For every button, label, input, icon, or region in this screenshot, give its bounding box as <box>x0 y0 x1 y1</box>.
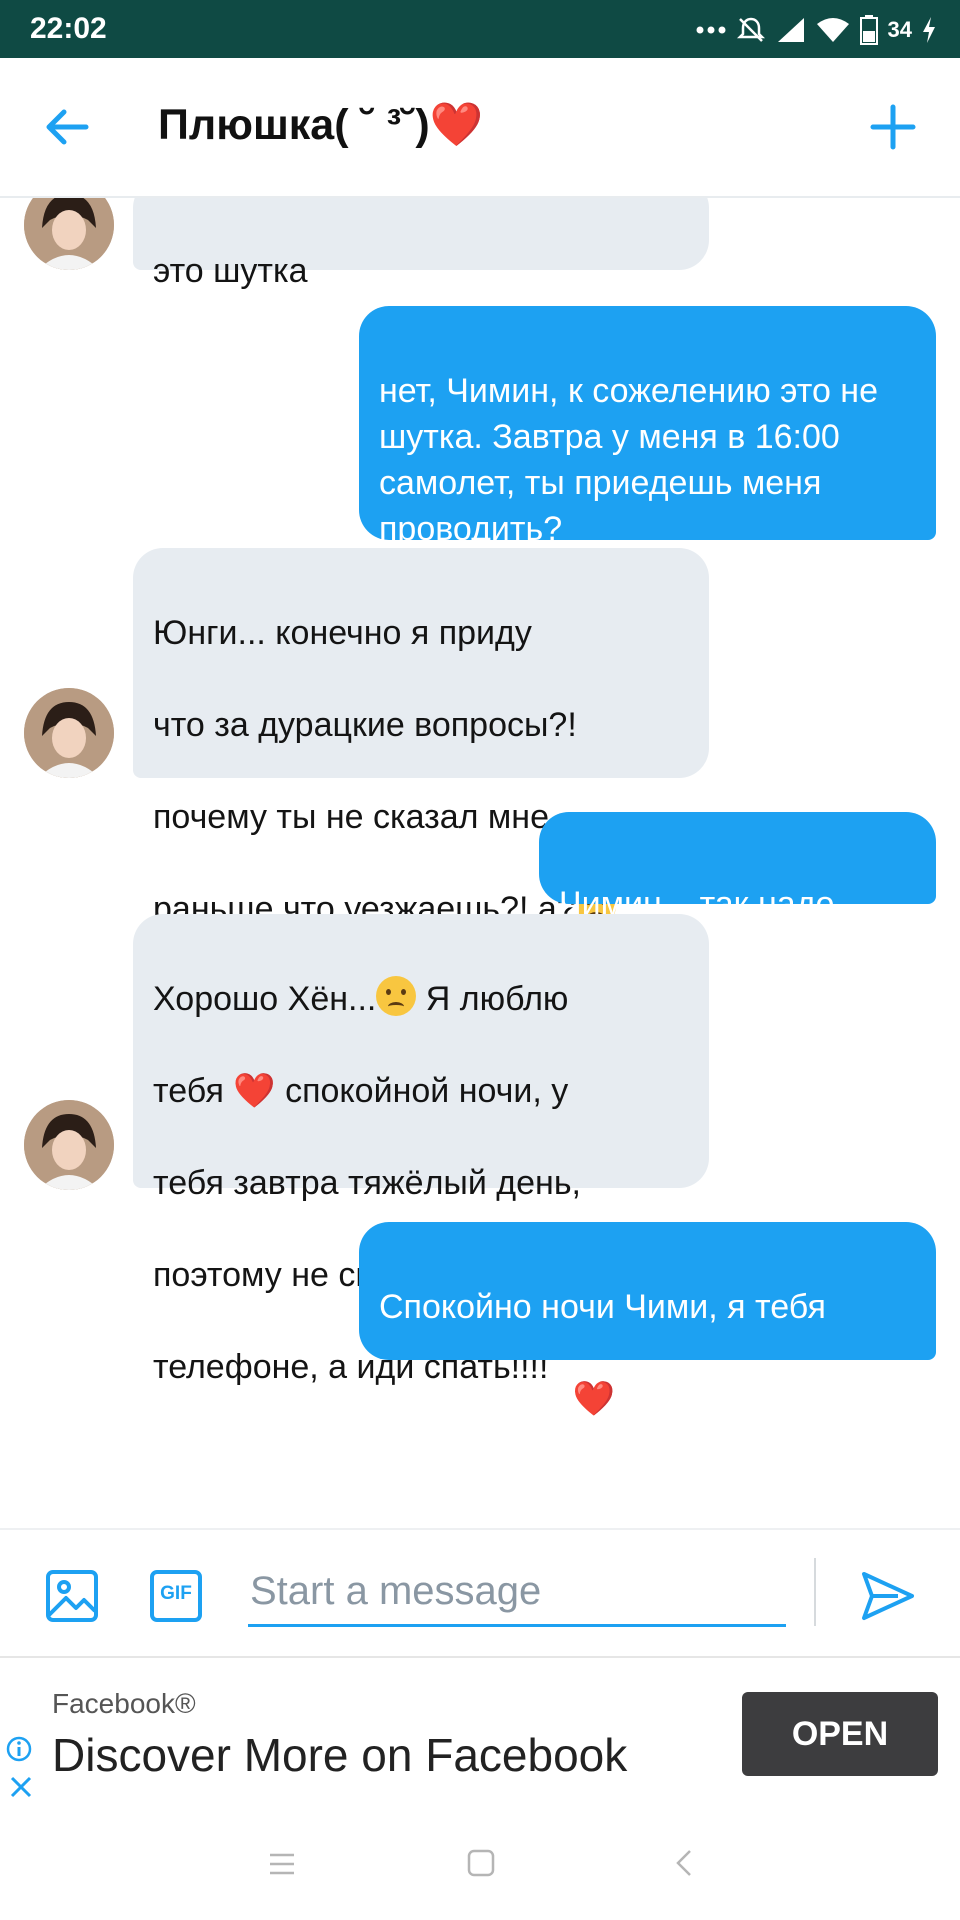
message-text: тоже люблю <box>379 1380 573 1418</box>
received-message-bubble: это шутка <box>133 198 709 290</box>
message-text: это шутка <box>153 252 308 290</box>
bell-muted-icon <box>736 17 765 42</box>
send-icon[interactable] <box>858 1566 918 1626</box>
avatar-photo <box>24 198 114 270</box>
ad-source: Facebook® <box>52 1688 196 1719</box>
sent-message-bubble: Чимин... так надо... <box>539 812 936 923</box>
battery-icon <box>859 15 878 45</box>
gif-label: GIF <box>160 1583 192 1604</box>
image-icon[interactable] <box>44 1568 100 1624</box>
status-icons: 34 <box>696 10 936 50</box>
received-message-bubble: Юнги... конечно я приду что за дурацкие … <box>133 548 709 928</box>
heart-emoji: ❤️ <box>572 1380 615 1418</box>
close-icon[interactable] <box>8 1774 34 1800</box>
received-message-bubble: Хорошо Хён... Я люблю тебя ❤️ спокойной … <box>133 914 709 1386</box>
message-line: Юнги... конечно я приду <box>153 614 532 652</box>
status-time: 22:02 <box>30 12 107 45</box>
sent-message-bubble: нет, Чимин, к сожелению это не шутка. За… <box>359 306 936 548</box>
navigation-bar <box>0 1808 960 1920</box>
heart-emoji: ❤️ <box>233 1072 276 1110</box>
sent-message-bubble: Спокойно ночи Чими, я тебя тоже люблю❤️ <box>359 1222 936 1418</box>
avatar[interactable] <box>24 688 114 778</box>
avatar[interactable] <box>24 198 114 270</box>
message-line: Спокойно ночи Чими, я тебя <box>379 1288 826 1326</box>
more-dots-icon <box>696 26 726 34</box>
heart-emoji: ❤️ <box>429 101 484 149</box>
back-nav-icon[interactable] <box>672 1848 696 1878</box>
back-arrow-icon[interactable] <box>42 102 92 152</box>
message-list: это шутка нет, Чимин, к сожелению это не… <box>0 198 960 1528</box>
open-button[interactable]: OPEN <box>742 1692 938 1776</box>
message-line: тебя завтра тяжёлый день, <box>153 1164 581 1202</box>
avatar-photo <box>24 688 114 778</box>
message-text: Я люблю <box>416 980 569 1018</box>
message-text: тебя <box>153 1072 234 1110</box>
home-icon[interactable] <box>466 1848 496 1878</box>
add-icon[interactable] <box>868 102 918 152</box>
menu-icon[interactable] <box>268 1852 296 1876</box>
gif-button[interactable]: GIF <box>148 1568 204 1624</box>
avatar-photo <box>24 1100 114 1190</box>
message-line: Хорошо Хён... Я люблю <box>153 976 689 1022</box>
message-line: что за дурацкие вопросы?! <box>153 706 577 744</box>
message-text: нет, Чимин, к сожелению это не шутка. За… <box>379 372 878 548</box>
status-bar: 22:02 34 <box>0 0 960 58</box>
conversation-title: Плюшка( ˘ ³˘)❤️ <box>158 100 483 150</box>
battery-level: 34 <box>887 17 912 42</box>
info-icon[interactable] <box>6 1736 32 1762</box>
message-line: тебя ❤️ спокойной ночи, у <box>153 1068 689 1114</box>
contact-name: Плюшка( ˘ ³˘) <box>158 101 430 149</box>
message-input[interactable] <box>248 1558 786 1627</box>
ad-banner[interactable]: Facebook® Discover More on Facebook OPEN <box>0 1656 960 1810</box>
charging-icon <box>923 17 935 43</box>
pensive-emoji-icon <box>376 976 417 1016</box>
message-composer: GIF <box>0 1528 960 1656</box>
message-text: спокойной ночи, у <box>275 1072 569 1110</box>
ad-title[interactable]: Discover More on Facebook <box>52 1728 627 1782</box>
composer-divider <box>814 1558 816 1626</box>
wifi-icon <box>816 18 849 42</box>
conversation-header: Плюшка( ˘ ³˘)❤️ <box>0 58 960 198</box>
avatar[interactable] <box>24 1100 114 1190</box>
message-text: Хорошо Хён... <box>153 980 377 1018</box>
signal-icon <box>777 18 804 42</box>
message-line: тоже люблю❤️ <box>379 1376 916 1422</box>
